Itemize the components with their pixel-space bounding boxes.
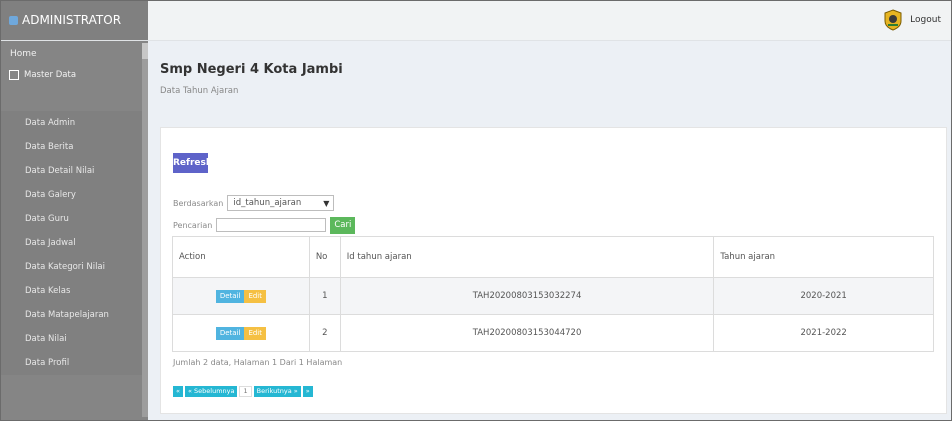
logout-label: Logout — [910, 15, 941, 25]
column-header-no: No — [308, 236, 341, 278]
pencarian-label: Pencarian — [173, 220, 213, 230]
cari-button[interactable]: Cari — [330, 216, 356, 234]
table-row: Detail Edit 1 TAH20200803153032274 2020-2… — [172, 277, 934, 315]
sidebar-item-label: Master Data — [24, 70, 77, 80]
berdasarkan-label: Berdasarkan — [173, 198, 224, 208]
pagination: « « Sebelumnya 1 Berikutnya » » — [173, 386, 313, 397]
column-header-id: Id tahun ajaran — [339, 236, 715, 278]
sidebar-scrollbar-thumb[interactable] — [142, 43, 148, 59]
sidebar-item-data-admin[interactable]: Data Admin — [1, 111, 142, 135]
filter-row: Berdasarkan id_tahun_ajaran ▼ — [173, 194, 335, 212]
brand: ADMINISTRATOR — [1, 1, 148, 40]
sidebar-item-data-nilai[interactable]: Data Nilai — [1, 327, 142, 351]
chevron-down-icon: ▼ — [323, 198, 330, 208]
refresh-button[interactable]: Refresh — [173, 153, 212, 173]
sidebar-item-data-matapelajaran[interactable]: Data Matapelajaran — [1, 303, 142, 327]
current-page[interactable]: 1 — [239, 386, 252, 397]
page-subtitle: Data Tahun Ajaran — [160, 86, 239, 96]
detail-button[interactable]: Detail — [215, 289, 245, 303]
table-icon — [9, 70, 19, 80]
first-page-button[interactable]: « — [173, 386, 183, 397]
page-title: Smp Negeri 4 Kota Jambi — [160, 62, 343, 77]
sidebar-item-home[interactable]: Home — [10, 49, 151, 59]
sidebar-item-data-berita[interactable]: Data Berita — [1, 135, 142, 159]
content-card: Refresh Berdasarkan id_tahun_ajaran ▼ Pe… — [160, 127, 947, 414]
sidebar-item-data-jadwal[interactable]: Data Jadwal — [1, 231, 142, 255]
sidebar-item-data-profil[interactable]: Data Profil — [1, 351, 142, 375]
logout-button[interactable]: Logout — [882, 7, 941, 33]
id-cell: TAH20200803153032274 — [339, 277, 715, 315]
sidebar-item-master-data[interactable]: Master Data — [9, 70, 150, 80]
school-logo-icon — [884, 9, 902, 31]
id-cell: TAH20200803153044720 — [339, 314, 715, 352]
top-bar: ADMINISTRATOR Logout — [1, 1, 951, 41]
edit-button[interactable]: Edit — [244, 326, 266, 340]
sidebar-item-data-galery[interactable]: Data Galery — [1, 183, 142, 207]
last-page-button[interactable]: » — [302, 386, 313, 397]
sidebar-scrollbar[interactable] — [142, 43, 148, 417]
berdasarkan-value: id_tahun_ajaran — [233, 198, 302, 208]
brand-icon — [9, 16, 18, 25]
sidebar-item-data-kategori-nilai[interactable]: Data Kategori Nilai — [1, 255, 142, 279]
prev-page-button[interactable]: « Sebelumnya — [184, 386, 238, 397]
pagination-summary: Jumlah 2 data, Halaman 1 Dari 1 Halaman — [173, 358, 343, 367]
tahun-cell: 2020-2021 — [713, 277, 934, 315]
content-header: Smp Negeri 4 Kota Jambi Data Tahun Ajara… — [149, 41, 951, 123]
search-input[interactable] — [216, 218, 327, 232]
sidebar: Home Master Data Data Admin Data Berita … — [1, 41, 151, 420]
next-page-button[interactable]: Berikutnya » — [253, 386, 301, 397]
action-cell: Detail Edit — [172, 314, 310, 352]
brand-title: ADMINISTRATOR — [22, 13, 122, 27]
column-header-tahun: Tahun ajaran — [713, 236, 934, 278]
no-cell: 1 — [308, 277, 341, 315]
column-header-action: Action — [172, 236, 310, 278]
table-header-row: Action No Id tahun ajaran Tahun ajaran — [172, 236, 934, 278]
sidebar-item-data-kelas[interactable]: Data Kelas — [1, 279, 142, 303]
action-cell: Detail Edit — [172, 277, 310, 315]
sidebar-item-data-detail-nilai[interactable]: Data Detail Nilai — [1, 159, 142, 183]
app-window: ADMINISTRATOR Logout Home Master Data Da… — [0, 0, 952, 421]
tahun-ajaran-table: Action No Id tahun ajaran Tahun ajaran D… — [172, 236, 934, 352]
edit-button[interactable]: Edit — [244, 289, 266, 303]
detail-button[interactable]: Detail — [215, 326, 245, 340]
sidebar-item-data-guru[interactable]: Data Guru — [1, 207, 142, 231]
berdasarkan-select[interactable]: id_tahun_ajaran ▼ — [227, 195, 335, 211]
table-row: Detail Edit 2 TAH20200803153044720 2021-2… — [172, 314, 934, 352]
tahun-cell: 2021-2022 — [713, 314, 934, 352]
search-row: Pencarian Cari — [173, 216, 356, 234]
no-cell: 2 — [308, 314, 341, 352]
